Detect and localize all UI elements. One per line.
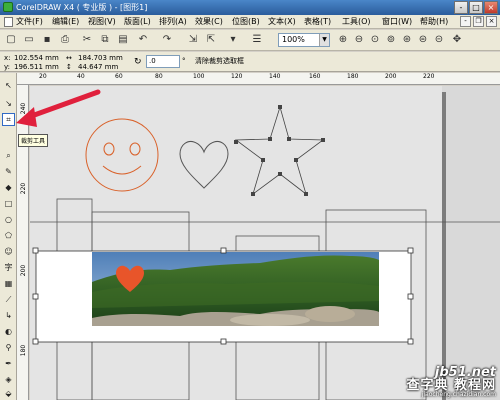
table-tool-icon[interactable]: ▦ xyxy=(2,277,15,290)
menu-window[interactable]: 窗口(W) xyxy=(382,16,412,27)
polygon-tool-icon[interactable]: ⬠ xyxy=(2,229,15,242)
zoom-tool-icon[interactable]: ⌕ xyxy=(2,149,15,162)
ellipse-tool-icon[interactable]: ○ xyxy=(2,213,15,226)
rotation-icon: ↻ xyxy=(134,57,142,67)
export-icon[interactable]: ⇱ xyxy=(204,33,218,47)
zoom-level-select[interactable]: 100% ▼ xyxy=(278,33,330,47)
redo-icon[interactable]: ↷ xyxy=(160,33,174,47)
crop-tool-tooltip: 裁剪工具 xyxy=(18,134,49,147)
width-icon: ↔ xyxy=(66,54,72,62)
zoom-height-icon[interactable]: ⊝ xyxy=(432,33,446,47)
freehand-tool-icon[interactable]: ✎ xyxy=(2,165,15,178)
ruler-tick-label: 160 xyxy=(309,73,321,80)
menu-arrange[interactable]: 排列(A) xyxy=(159,16,187,27)
zoom-level-value: 100% xyxy=(282,35,305,44)
zoom-page-icon[interactable]: ⊛ xyxy=(400,33,414,47)
heart-shape[interactable] xyxy=(179,141,229,189)
site-watermark: jb51.net 查字典 教程网 jiaocheng.chazidian.com xyxy=(406,366,496,398)
zoom-in-icon[interactable]: ⊕ xyxy=(336,33,350,47)
doc-minimize-button[interactable]: - xyxy=(460,16,471,27)
ruler-tick-label: 80 xyxy=(155,73,163,80)
window-title: CorelDRAW X4 ( 专业版 ) - [图形1] xyxy=(16,3,148,12)
copy-icon[interactable]: ⧉ xyxy=(98,33,112,47)
landscape-bitmap[interactable] xyxy=(92,252,379,326)
ruler-tick-label: 60 xyxy=(115,73,123,80)
outline-tool-icon[interactable]: ✒ xyxy=(2,357,15,370)
document-window-controls: - ❐ × xyxy=(460,16,497,27)
star-shape[interactable] xyxy=(234,105,325,196)
ruler-tick-label: 220 xyxy=(423,73,435,80)
clear-clip-marquee-button[interactable]: 清除裁剪选取框 xyxy=(195,56,244,66)
doc-close-button[interactable]: × xyxy=(486,16,497,27)
rotation-angle-value: .0 xyxy=(149,57,156,65)
rectangle-tool-icon[interactable]: □ xyxy=(2,197,15,210)
chevron-down-icon: ▼ xyxy=(319,34,329,46)
coreldraw-app-icon[interactable] xyxy=(3,2,13,12)
x-position-field[interactable]: 102.554 mm xyxy=(14,54,59,62)
smart-fill-icon[interactable]: ◆ xyxy=(2,181,15,194)
text-tool-icon[interactable]: 字 xyxy=(2,261,15,274)
menu-layout[interactable]: 版面(L) xyxy=(124,16,151,27)
window-controls: - □ × xyxy=(454,1,498,14)
zoom-out-icon[interactable]: ⊖ xyxy=(352,33,366,47)
zoom-all-icon[interactable]: ⊚ xyxy=(384,33,398,47)
ruler-tick-label: 220 xyxy=(20,182,28,195)
paste-icon[interactable]: ▤ xyxy=(116,33,130,47)
property-bar: x: 102.554 mm y: 196.511 mm ↔ 184.703 mm… xyxy=(0,52,500,72)
import-icon[interactable]: ⇲ xyxy=(186,33,200,47)
y-position-field[interactable]: 196.511 mm xyxy=(14,63,59,71)
basic-shapes-icon[interactable]: ☺ xyxy=(2,245,15,258)
ruler-tick-label: 40 xyxy=(77,73,85,80)
height-icon: ↕ xyxy=(66,63,72,71)
standard-toolbar: ▢ ▭ ▪ ⎙ ✂ ⧉ ▤ ↶ ↷ ⇲ ⇱ ▾ ☰ 100% ▼ ⊕ ⊖ ⊙ ⊚… xyxy=(0,30,500,51)
document-icon[interactable] xyxy=(4,17,13,27)
welcome-screen-icon[interactable]: ☰ xyxy=(250,33,264,47)
menu-table[interactable]: 表格(T) xyxy=(304,16,331,27)
degree-unit: ° xyxy=(182,57,186,65)
eyedropper-tool-icon[interactable]: ⚲ xyxy=(2,341,15,354)
open-icon[interactable]: ▭ xyxy=(22,33,36,47)
ruler-tick-label: 200 xyxy=(20,264,28,277)
menu-bar: 文件(F) 编辑(E) 视图(V) 版面(L) 排列(A) 效果(C) 位图(B… xyxy=(0,15,500,29)
width-field[interactable]: 184.703 mm xyxy=(78,54,123,62)
parallel-dimension-icon[interactable]: ⟋ xyxy=(2,293,15,306)
y-label: y: xyxy=(4,63,10,71)
x-label: x: xyxy=(4,54,11,62)
zoom-width-icon[interactable]: ⊜ xyxy=(416,33,430,47)
print-icon[interactable]: ⎙ xyxy=(58,33,72,47)
close-button[interactable]: × xyxy=(484,1,498,14)
doc-restore-button[interactable]: ❐ xyxy=(473,16,484,27)
ruler-tick-label: 120 xyxy=(231,73,243,80)
ruler-tick-label: 180 xyxy=(20,344,28,357)
maximize-button[interactable]: □ xyxy=(469,1,483,14)
menu-tools[interactable]: 工具(O) xyxy=(342,16,371,27)
cut-icon[interactable]: ✂ xyxy=(80,33,94,47)
menu-edit[interactable]: 编辑(E) xyxy=(52,16,79,27)
menu-file[interactable]: 文件(F) xyxy=(16,16,43,27)
title-bar: CorelDRAW X4 ( 专业版 ) - [图形1] - □ × xyxy=(0,0,500,15)
rotation-angle-field[interactable]: .0 xyxy=(146,55,180,68)
blend-tool-icon[interactable]: ◐ xyxy=(2,325,15,338)
connector-tool-icon[interactable]: ↳ xyxy=(2,309,15,322)
application-launcher-icon[interactable]: ▾ xyxy=(226,33,240,47)
save-icon[interactable]: ▪ xyxy=(40,33,54,47)
zoom-selected-icon[interactable]: ⊙ xyxy=(368,33,382,47)
fill-tool-icon[interactable]: ◈ xyxy=(2,373,15,386)
undo-icon[interactable]: ↶ xyxy=(136,33,150,47)
ruler-tick-label: 200 xyxy=(385,73,397,80)
menu-bitmaps[interactable]: 位图(B) xyxy=(232,16,260,27)
ruler-tick-label: 180 xyxy=(347,73,359,80)
menu-text[interactable]: 文本(X) xyxy=(268,16,296,27)
ruler-tick-label: 20 xyxy=(39,73,47,80)
ruler-tick-label: 140 xyxy=(269,73,281,80)
menu-help[interactable]: 帮助(H) xyxy=(420,16,448,27)
pan-icon[interactable]: ✥ xyxy=(450,33,464,47)
ruler-tick-label: 100 xyxy=(193,73,205,80)
new-document-icon[interactable]: ▢ xyxy=(4,33,18,47)
menu-view[interactable]: 视图(V) xyxy=(88,16,116,27)
height-field[interactable]: 44.647 mm xyxy=(78,63,118,71)
minimize-button[interactable]: - xyxy=(454,1,468,14)
interactive-fill-icon[interactable]: ⬙ xyxy=(2,387,15,400)
menu-effects[interactable]: 效果(C) xyxy=(195,16,223,27)
